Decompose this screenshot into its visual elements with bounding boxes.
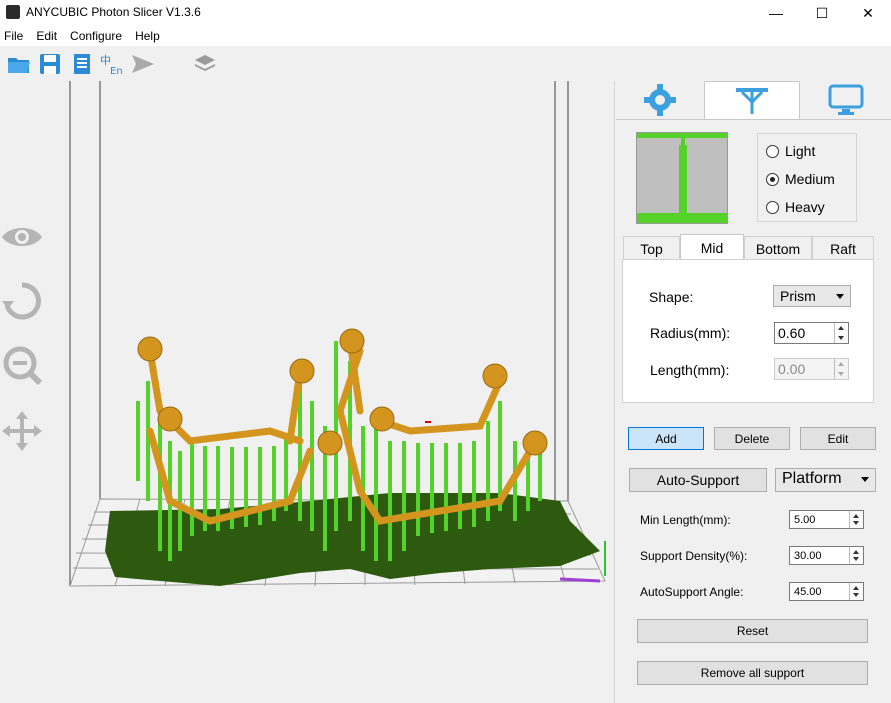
subtab-mid[interactable]: Mid (680, 234, 744, 260)
platform-value: Platform (782, 470, 842, 487)
eye-icon[interactable] (0, 215, 44, 259)
reset-button[interactable]: Reset (637, 619, 868, 643)
shape-select[interactable]: Prism (773, 285, 851, 307)
radius-stepper[interactable]: 0.60 (774, 322, 849, 344)
save-icon[interactable] (37, 52, 63, 76)
stepper-up-icon[interactable] (853, 586, 859, 590)
subtab-bottom[interactable]: Bottom (744, 236, 812, 260)
support-preview (636, 132, 728, 224)
move-icon[interactable] (0, 409, 44, 453)
app-icon (6, 5, 20, 19)
language-icon[interactable]: 中En (99, 52, 125, 76)
length-stepper[interactable]: 0.00 (774, 358, 849, 380)
stepper-up-icon[interactable] (853, 550, 859, 554)
radius-label: Radius(mm): (650, 325, 731, 341)
min-length-value: 5.00 (794, 514, 816, 526)
support-density-stepper[interactable]: 30.00 (789, 546, 864, 565)
radio-circle (766, 200, 779, 214)
radio-medium[interactable]: Medium (766, 169, 835, 189)
tab-settings[interactable] (616, 81, 704, 119)
remove-all-support-button[interactable]: Remove all support (637, 661, 868, 685)
support-panel: Light Medium Heavy Top Mid Bottom Raft S… (616, 81, 891, 703)
delete-button[interactable]: Delete (714, 427, 790, 450)
stepper-up-icon[interactable] (838, 326, 844, 330)
length-value: 0.00 (778, 361, 806, 377)
window-title: ANYCUBIC Photon Slicer V1.3.6 (26, 5, 201, 19)
autosupport-angle-label: AutoSupport Angle: (640, 585, 744, 599)
radio-circle (766, 144, 779, 158)
gear-icon (644, 84, 676, 116)
radio-label: Medium (785, 171, 835, 187)
layers-icon[interactable] (192, 52, 218, 76)
min-length-label: Min Length(mm): (640, 513, 731, 527)
menu-help[interactable]: Help (127, 26, 165, 46)
minimize-button[interactable]: — (753, 0, 799, 26)
auto-support-button[interactable]: Auto-Support (629, 468, 767, 492)
stepper-down-icon[interactable] (853, 521, 859, 525)
build-volume-scene (69, 81, 606, 587)
support-settings-body: Light Medium Heavy Top Mid Bottom Raft S… (616, 119, 891, 703)
min-length-stepper[interactable]: 5.00 (789, 510, 864, 529)
maximize-button[interactable]: ☐ (799, 0, 845, 26)
tab-support[interactable] (704, 81, 800, 120)
mid-settings-panel: Shape: Prism Radius(mm): 0.60 Length(mm)… (622, 259, 874, 403)
menu-edit[interactable]: Edit (28, 26, 62, 46)
menu-configure[interactable]: Configure (62, 26, 127, 46)
radio-heavy[interactable]: Heavy (766, 197, 825, 217)
zoom-icon[interactable] (0, 343, 44, 387)
radius-value: 0.60 (778, 325, 806, 341)
monitor-icon (828, 84, 863, 115)
subtab-top[interactable]: Top (623, 236, 680, 260)
menu-file[interactable]: File (0, 26, 28, 46)
stepper-up-icon[interactable] (853, 514, 859, 518)
stepper-down-icon[interactable] (853, 557, 859, 561)
rotate-icon[interactable] (0, 279, 44, 323)
platform-select[interactable]: Platform (775, 468, 876, 492)
edit-button[interactable]: Edit (800, 427, 876, 450)
add-button[interactable]: Add (628, 427, 704, 450)
radio-label: Heavy (785, 199, 825, 215)
tab-display[interactable] (800, 81, 891, 119)
send-icon[interactable] (130, 52, 156, 76)
support-density-value: 30.00 (794, 550, 822, 562)
3d-viewport[interactable] (0, 81, 615, 703)
density-group: Light Medium Heavy (757, 133, 857, 222)
support-tree-icon (736, 88, 768, 114)
title-bar: ANYCUBIC Photon Slicer V1.3.6 — ☐ ✕ (0, 0, 891, 26)
svg-text:En: En (110, 66, 123, 76)
radio-light[interactable]: Light (766, 141, 815, 161)
close-button[interactable]: ✕ (845, 0, 891, 26)
autosupport-angle-stepper[interactable]: 45.00 (789, 582, 864, 601)
stepper-down-icon[interactable] (838, 336, 844, 340)
radio-circle (766, 172, 779, 186)
support-density-label: Support Density(%): (640, 549, 748, 563)
chevron-down-icon (836, 294, 844, 299)
stepper-down-icon[interactable] (838, 372, 844, 376)
length-label: Length(mm): (650, 362, 730, 378)
document-icon[interactable] (69, 52, 95, 76)
stepper-down-icon[interactable] (853, 593, 859, 597)
radio-label: Light (785, 143, 816, 159)
subtab-raft[interactable]: Raft (812, 236, 874, 260)
toolbar: 中 En (0, 47, 891, 81)
chevron-down-icon (861, 477, 869, 482)
shape-value: Prism (780, 288, 816, 304)
shape-label: Shape: (649, 289, 694, 305)
stepper-up-icon[interactable] (838, 362, 844, 366)
autosupport-angle-value: 45.00 (794, 586, 822, 598)
menu-bar: File Edit Configure Help (0, 26, 891, 46)
open-folder-icon[interactable] (6, 52, 32, 76)
